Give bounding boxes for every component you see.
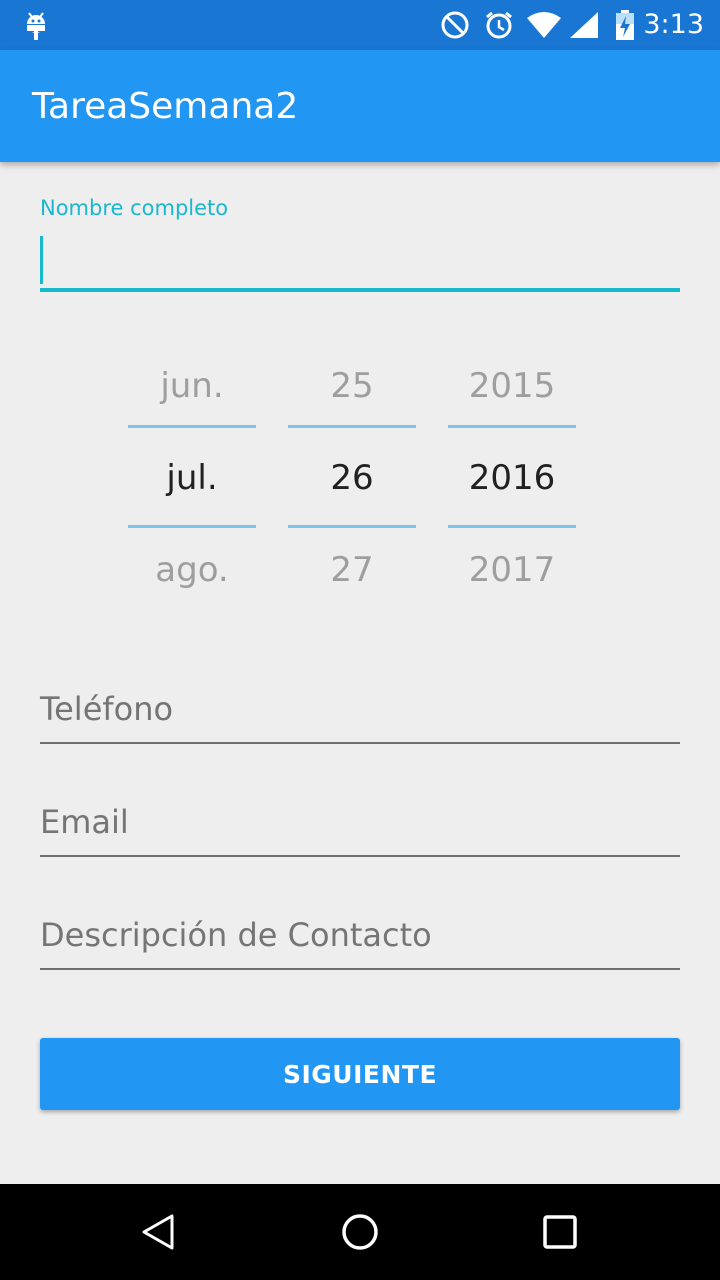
month-divider-top [128, 425, 256, 428]
day-current[interactable]: 26 [288, 458, 416, 498]
do-not-disturb-icon [441, 11, 469, 39]
year-current[interactable]: 2016 [448, 458, 576, 498]
battery-charging-icon [616, 10, 634, 40]
month-current[interactable]: jul. [128, 458, 256, 498]
name-input[interactable] [40, 234, 680, 292]
day-divider-bottom [288, 525, 416, 528]
month-next[interactable]: ago. [128, 550, 256, 590]
name-field-label: Nombre completo [40, 196, 229, 220]
year-spinner[interactable]: 2015 2016 2017 [448, 350, 576, 610]
day-spinner[interactable]: 25 26 27 [288, 350, 416, 610]
year-divider-bottom [448, 525, 576, 528]
wifi-icon [527, 12, 561, 38]
month-prev[interactable]: jun. [128, 366, 256, 406]
email-field[interactable]: Email [40, 797, 680, 857]
day-prev[interactable]: 25 [288, 366, 416, 406]
month-divider-bottom [128, 525, 256, 528]
home-icon[interactable] [340, 1212, 380, 1252]
phone-field[interactable]: Teléfono [40, 684, 680, 744]
app-bar: TareaSemana2 [0, 50, 720, 162]
day-next[interactable]: 27 [288, 550, 416, 590]
year-prev[interactable]: 2015 [448, 366, 576, 406]
month-spinner[interactable]: jun. jul. ago. [128, 350, 256, 610]
email-placeholder: Email [40, 803, 129, 841]
year-next[interactable]: 2017 [448, 550, 576, 590]
cell-signal-icon [570, 12, 598, 38]
description-field[interactable]: Descripción de Contacto [40, 910, 680, 970]
next-button[interactable]: SIGUIENTE [40, 1038, 680, 1110]
alarm-icon [486, 11, 512, 39]
day-divider-top [288, 425, 416, 428]
app-title: TareaSemana2 [32, 86, 299, 127]
clock-time: 3:13 [643, 9, 704, 40]
phone-placeholder: Teléfono [40, 690, 174, 728]
year-divider-top [448, 425, 576, 428]
date-picker[interactable]: jun. jul. ago. 25 26 27 2015 2016 2017 [128, 350, 576, 610]
recents-icon[interactable] [540, 1212, 580, 1252]
back-icon[interactable] [140, 1212, 180, 1252]
android-debug-icon [26, 12, 46, 40]
text-cursor [40, 236, 43, 284]
status-bar: 3:13 [0, 0, 720, 50]
navigation-bar [0, 1184, 720, 1280]
description-placeholder: Descripción de Contacto [40, 916, 432, 954]
